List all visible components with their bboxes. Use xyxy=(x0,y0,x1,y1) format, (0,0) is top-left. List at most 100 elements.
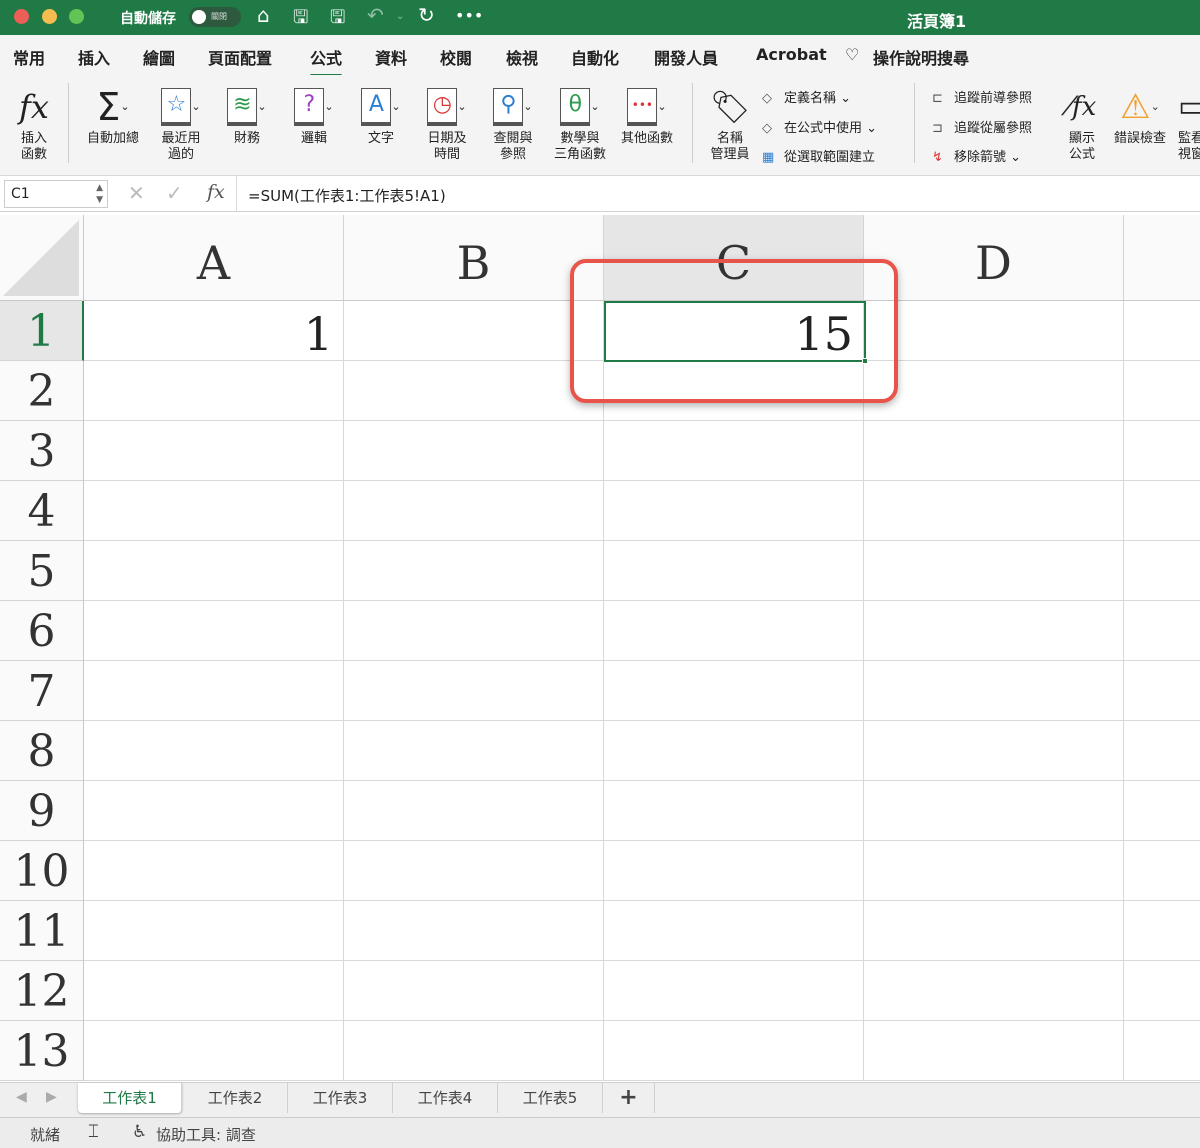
more-functions-button[interactable]: ••• ⌄ 其他函數 xyxy=(616,83,678,147)
cell-B6[interactable] xyxy=(344,601,604,661)
row-header-1[interactable]: 1 xyxy=(0,301,84,361)
cell-C3[interactable] xyxy=(604,421,864,481)
row-header-3[interactable]: 3 xyxy=(0,421,84,481)
cell-E4[interactable] xyxy=(1124,481,1200,541)
cell-D2[interactable] xyxy=(864,361,1124,421)
trace-precedents-button[interactable]: ⊏ 追蹤前導參照 xyxy=(932,87,1032,106)
sheet-tab-4[interactable]: 工作表4 xyxy=(393,1083,498,1113)
undo-icon[interactable]: ↶ xyxy=(367,3,384,27)
cell-E12[interactable] xyxy=(1124,961,1200,1021)
sheet-tab-1[interactable]: 工作表1 xyxy=(78,1083,182,1113)
row-header-13[interactable]: 13 xyxy=(0,1021,84,1081)
macro-record-icon[interactable]: ⌶ xyxy=(88,1121,99,1142)
sheet-tab-2[interactable]: 工作表2 xyxy=(183,1083,288,1113)
show-formulas-button[interactable]: ⁄fx 顯示 公式 xyxy=(1060,83,1104,163)
row-header-5[interactable]: 5 xyxy=(0,541,84,601)
cell-B9[interactable] xyxy=(344,781,604,841)
row-header-9[interactable]: 9 xyxy=(0,781,84,841)
cell-C11[interactable] xyxy=(604,901,864,961)
tab-data[interactable]: 資料 xyxy=(375,45,407,69)
close-button[interactable] xyxy=(14,9,29,24)
cell-E9[interactable] xyxy=(1124,781,1200,841)
minimize-button[interactable] xyxy=(42,9,57,24)
tab-home[interactable]: 常用 xyxy=(13,45,45,69)
text-button[interactable]: A ⌄ 文字 xyxy=(350,83,412,147)
formula-input[interactable]: =SUM(工作表1:工作表5!A1) xyxy=(248,185,446,206)
cell-D12[interactable] xyxy=(864,961,1124,1021)
name-manager-button[interactable]: 🏷 名稱 管理員 xyxy=(704,83,756,163)
cell-C8[interactable] xyxy=(604,721,864,781)
sheet-tab-5[interactable]: 工作表5 xyxy=(498,1083,603,1113)
cell-E3[interactable] xyxy=(1124,421,1200,481)
cell-D7[interactable] xyxy=(864,661,1124,721)
cell-B7[interactable] xyxy=(344,661,604,721)
cell-E11[interactable] xyxy=(1124,901,1200,961)
cell-D4[interactable] xyxy=(864,481,1124,541)
cell-A3[interactable] xyxy=(84,421,344,481)
cell-B4[interactable] xyxy=(344,481,604,541)
row-header-7[interactable]: 7 xyxy=(0,661,84,721)
cell-C7[interactable] xyxy=(604,661,864,721)
cell-B13[interactable] xyxy=(344,1021,604,1081)
accessibility-icon[interactable]: ♿ xyxy=(132,1122,147,1142)
recently-used-button[interactable]: ☆ ⌄ 最近用 過的 xyxy=(150,83,212,163)
enter-icon[interactable]: ✓ xyxy=(166,181,183,205)
more-icon[interactable]: ••• xyxy=(455,6,483,25)
add-sheet-button[interactable]: + xyxy=(603,1083,655,1113)
cell-B5[interactable] xyxy=(344,541,604,601)
cell-A1[interactable]: 1 xyxy=(84,301,344,361)
autosum-button[interactable]: Σ ⌄ 自動加總 xyxy=(80,83,146,147)
stepper-icon[interactable]: ▲ ▼ xyxy=(96,182,103,206)
tab-automate[interactable]: 自動化 xyxy=(571,45,619,69)
cell-D8[interactable] xyxy=(864,721,1124,781)
cell-C4[interactable] xyxy=(604,481,864,541)
column-header-A[interactable]: A xyxy=(84,215,344,301)
cell-D6[interactable] xyxy=(864,601,1124,661)
redo-icon[interactable]: ↻ xyxy=(418,3,435,27)
cell-B1[interactable] xyxy=(344,301,604,361)
error-checking-button[interactable]: ⚠ ⌄ 錯誤檢查 xyxy=(1108,83,1172,147)
tab-formulas[interactable]: 公式 xyxy=(310,45,343,77)
cell-B2[interactable] xyxy=(344,361,604,421)
column-header-D[interactable]: D xyxy=(864,215,1124,301)
date-time-button[interactable]: ◷ ⌄ 日期及 時間 xyxy=(416,83,478,163)
cell-A6[interactable] xyxy=(84,601,344,661)
cell-D10[interactable] xyxy=(864,841,1124,901)
name-box[interactable]: C1 ▲ ▼ xyxy=(4,180,108,208)
cell-C13[interactable] xyxy=(604,1021,864,1081)
row-header-10[interactable]: 10 xyxy=(0,841,84,901)
cell-E2[interactable] xyxy=(1124,361,1200,421)
column-header-B[interactable]: B xyxy=(344,215,604,301)
row-header-6[interactable]: 6 xyxy=(0,601,84,661)
cell-A10[interactable] xyxy=(84,841,344,901)
cell-D13[interactable] xyxy=(864,1021,1124,1081)
cell-B3[interactable] xyxy=(344,421,604,481)
zoom-button[interactable] xyxy=(69,9,84,24)
tab-review[interactable]: 校閱 xyxy=(440,45,472,69)
trace-dependents-button[interactable]: ⊐ 追蹤從屬參照 xyxy=(932,117,1032,136)
watch-window-button[interactable]: ▭ 監看 視窗 xyxy=(1178,83,1200,163)
tab-insert[interactable]: 插入 xyxy=(78,45,110,69)
cell-C10[interactable] xyxy=(604,841,864,901)
insert-function-button[interactable]: fx 插入 函數 xyxy=(12,83,56,163)
save-icon[interactable]: 🖫 xyxy=(293,5,308,35)
lookup-button[interactable]: ⚲ ⌄ 查閱與 參照 xyxy=(482,83,544,163)
search-help[interactable]: 操作說明搜尋 xyxy=(873,45,969,69)
define-name-button[interactable]: ◇ 定義名稱 ⌄ xyxy=(762,87,851,106)
cell-A7[interactable] xyxy=(84,661,344,721)
cancel-icon[interactable]: ✕ xyxy=(128,181,145,205)
select-all-button[interactable] xyxy=(0,215,84,301)
logical-button[interactable]: ? ⌄ 邏輯 xyxy=(283,83,345,147)
use-in-formula-button[interactable]: ◇ 在公式中使用 ⌄ xyxy=(762,117,877,136)
tab-acrobat[interactable]: Acrobat xyxy=(756,45,827,64)
cell-E7[interactable] xyxy=(1124,661,1200,721)
row-header-4[interactable]: 4 xyxy=(0,481,84,541)
save-as-icon[interactable]: 🖫 xyxy=(330,5,345,35)
home-icon[interactable]: ⌂ xyxy=(257,3,270,27)
cell-B12[interactable] xyxy=(344,961,604,1021)
cell-D9[interactable] xyxy=(864,781,1124,841)
financial-button[interactable]: ≋ ⌄ 財務 xyxy=(216,83,278,147)
cell-C12[interactable] xyxy=(604,961,864,1021)
cell-E10[interactable] xyxy=(1124,841,1200,901)
scroll-right-icon[interactable]: ▶ xyxy=(46,1089,57,1105)
